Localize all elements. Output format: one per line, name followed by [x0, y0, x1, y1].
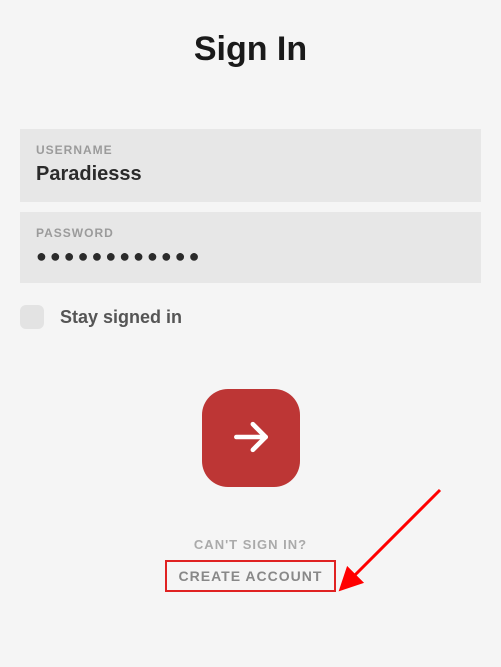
signin-form: Sign In USERNAME PASSWORD ●●●●●●●●●●●● S…: [0, 0, 501, 667]
password-input[interactable]: ●●●●●●●●●●●●: [36, 246, 465, 267]
stay-signed-in-label: Stay signed in: [60, 307, 182, 328]
create-account-link[interactable]: CREATE ACCOUNT: [165, 560, 337, 592]
submit-wrap: [20, 389, 481, 487]
stay-signed-in-checkbox[interactable]: [20, 305, 44, 329]
arrow-right-icon: [229, 415, 273, 462]
password-label: PASSWORD: [36, 226, 465, 240]
submit-button[interactable]: [202, 389, 300, 487]
cant-signin-link[interactable]: CAN'T SIGN IN?: [20, 537, 481, 552]
username-label: USERNAME: [36, 143, 465, 157]
password-field-wrap[interactable]: PASSWORD ●●●●●●●●●●●●: [20, 212, 481, 283]
username-input[interactable]: [36, 163, 465, 186]
username-field-wrap[interactable]: USERNAME: [20, 129, 481, 202]
page-title: Sign In: [20, 30, 481, 69]
stay-signed-in-row: Stay signed in: [20, 305, 481, 329]
links-section: CAN'T SIGN IN? CREATE ACCOUNT: [20, 537, 481, 592]
